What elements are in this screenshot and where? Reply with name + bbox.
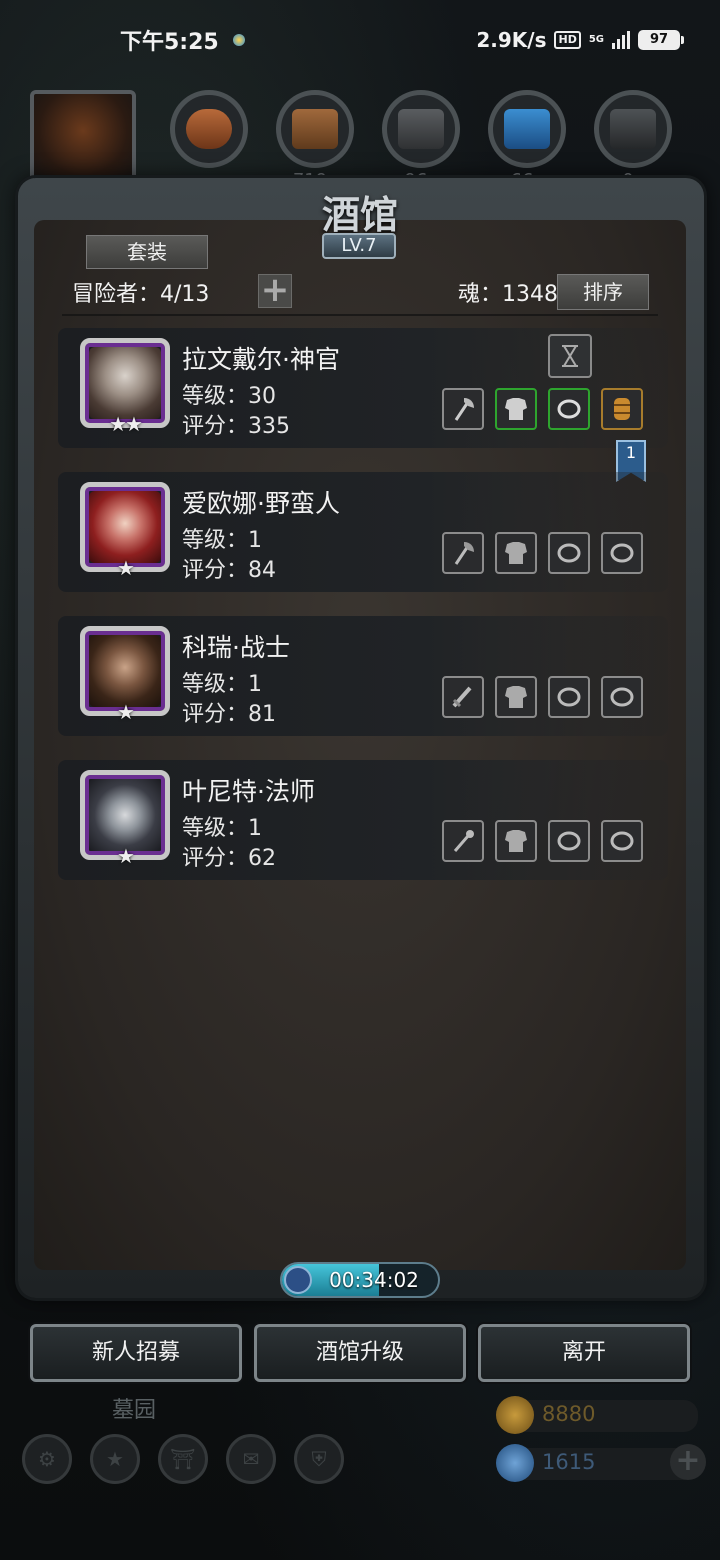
hero-stars: ★ [117,556,135,580]
hero-level: 等级：1 [182,672,262,697]
signal-icon [612,31,630,49]
plus-icon[interactable]: + [258,273,292,308]
soul-count: 魂：1348 [458,282,558,307]
gold-value: 8880 [542,1402,596,1426]
hero-level: 等级：1 [182,528,262,553]
ring-icon[interactable] [601,820,643,862]
tavern-timer: 00:34:02 [280,1262,440,1298]
sort-button[interactable]: 排序 [557,274,649,310]
add-currency-icon[interactable]: + [670,1444,706,1480]
hero-level: 等级：1 [182,816,262,841]
ring-icon[interactable] [601,676,643,718]
crystal-resource-icon[interactable] [488,90,566,168]
wood-resource-icon[interactable] [276,90,354,168]
armor-icon[interactable] [495,676,537,718]
hero-name: 叶尼特·法师 [182,777,315,806]
panel-title: 酒馆 [321,192,398,237]
axe-icon[interactable] [442,388,484,430]
staff-icon[interactable] [442,820,484,862]
ring-icon[interactable] [601,532,643,574]
ring-icon[interactable] [548,388,590,430]
set-button[interactable]: 套装 [86,235,208,269]
network-speed: 2.9K/s [476,28,547,52]
hero-name: 爱欧娜·野蛮人 [182,489,340,518]
ring-icon[interactable] [548,820,590,862]
ring-icon[interactable] [548,676,590,718]
sword-icon[interactable] [442,676,484,718]
notification-icon [232,34,245,46]
armor-icon[interactable] [495,820,537,862]
hero-score: 评分：81 [182,702,276,727]
settings-icon[interactable]: ⚙ [22,1434,72,1484]
battery-icon: 97 [638,30,684,50]
recruit-button[interactable]: 新人招募 [30,1324,242,1382]
hero-score: 评分：84 [182,558,276,583]
barrel-icon[interactable] [601,388,643,430]
player-portrait[interactable] [30,90,136,190]
iron-resource-icon[interactable] [382,90,460,168]
upgrade-tavern-button[interactable]: 酒馆升级 [254,1324,466,1382]
gem-value: 1615 [542,1450,596,1474]
hero-card[interactable]: ★ 叶尼特·法师 等级：1 评分：62 [58,760,668,880]
leave-button[interactable]: 离开 [478,1324,690,1382]
axe-icon[interactable] [442,532,484,574]
tavern-level-badge: LV.7 [322,233,396,259]
divider [62,314,658,316]
timer-text: 00:34:02 [329,1268,419,1292]
hero-name: 拉文戴尔·神官 [182,345,340,374]
network-type: 5G [588,34,604,45]
stone-resource-icon[interactable] [594,90,672,168]
gem-icon [496,1444,534,1482]
hero-stars: ★★ [109,412,143,436]
hourglass-icon[interactable] [548,334,592,378]
armor-icon[interactable] [495,532,537,574]
star-icon[interactable]: ★ [90,1434,140,1484]
gate-icon[interactable]: ⛩ [158,1434,208,1484]
location-label: 墓园 [112,1398,157,1423]
hero-score: 评分：335 [182,414,290,439]
shield-icon[interactable]: ⛨ [294,1434,344,1484]
food-resource-icon[interactable] [170,90,248,168]
hero-name: 科瑞·战士 [182,633,290,662]
hero-score: 评分：62 [182,846,276,871]
status-bar: 下午5:25 2.9K/s HD 5G 97 [0,0,720,80]
armor-icon[interactable] [495,388,537,430]
hero-card[interactable]: ★★ 拉文戴尔·神官 等级：30 评分：335 [58,328,668,448]
hero-card[interactable]: ★ 科瑞·战士 等级：1 评分：81 [58,616,668,736]
adventurer-count: 冒险者：4/13 [72,282,210,307]
hero-stars: ★ [117,844,135,868]
gem-currency: 1615 [496,1444,698,1482]
hd-icon: HD [554,31,581,49]
battery-level: 97 [638,30,680,50]
gold-currency: 8880 [496,1396,698,1434]
ring-icon[interactable] [548,532,590,574]
gold-icon [496,1396,534,1434]
hero-level: 等级：30 [182,384,276,409]
hero-card[interactable]: ★ 爱欧娜·野蛮人 等级：1 评分：84 [58,472,668,592]
status-time: 下午5:25 [120,30,219,55]
hero-stars: ★ [117,700,135,724]
mail-icon[interactable]: ✉ [226,1434,276,1484]
